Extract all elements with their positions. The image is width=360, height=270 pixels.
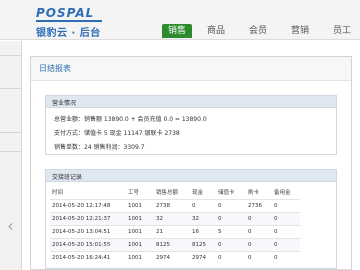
table-row[interactable]: 2014-05-20 15:01:55 1001 8125 8125 0 0 0 — [50, 237, 300, 251]
cell-card: 0 — [246, 237, 272, 251]
column-header: 现金 — [192, 190, 204, 197]
nav-tab-staff[interactable]: 员工 — [330, 24, 354, 38]
cell-card: 2736 — [246, 198, 272, 212]
cell-time: 2014-05-20 13:04:51 — [50, 224, 126, 238]
table-row[interactable]: 2014-05-20 16:24:41 1001 2974 2974 0 0 0 — [50, 250, 300, 264]
cell-time: 2014-05-20 16:24:41 — [50, 250, 126, 264]
table-row[interactable]: 2014-05-20 12:17:48 1001 2738 0 0 2736 0 — [50, 198, 300, 212]
cell-staff-id: 1001 — [126, 224, 154, 238]
summary-total-revenue: 总营业额：销售额 13890.0 + 会员充值 0.0 = 13890.0 — [54, 116, 207, 123]
top-header: POSPAL 银豹云 · 后台 销售 商品 会员 营销 员工 — [0, 0, 360, 40]
nav-tab-products[interactable]: 商品 — [204, 24, 228, 38]
report-title-bar: 日结报表 — [31, 57, 351, 81]
sidebar-divider — [0, 151, 22, 152]
report-container: 日结报表 营业情况 总营业额：销售额 13890.0 + 会员充值 0.0 = … — [30, 56, 352, 270]
cell-staff-id: 1001 — [126, 250, 154, 264]
cell-card: 0 — [246, 250, 272, 264]
column-header: 销售总额 — [156, 190, 179, 197]
shift-records-panel: 交接班记录 时间 工号 销售总额 现金 储值卡 刷卡 备用金 2014-05-2… — [45, 169, 337, 269]
cell-time: 2014-05-20 15:01:55 — [50, 237, 126, 251]
cell-time: 2014-05-20 12:21:37 — [50, 211, 126, 225]
nav-tab-marketing[interactable]: 营销 — [288, 24, 312, 38]
cell-cash: 8125 — [190, 237, 216, 251]
column-header: 备用金 — [274, 190, 291, 197]
column-header: 刷卡 — [248, 190, 260, 197]
cell-stored-value: 0 — [216, 198, 246, 212]
cell-card: 0 — [246, 224, 272, 238]
column-header: 储值卡 — [218, 190, 235, 197]
sidebar-divider — [0, 88, 22, 89]
page-title: 日结报表 — [39, 64, 71, 73]
cell-reserve: 0 — [272, 211, 300, 225]
table-header-row: 时间 工号 销售总额 现金 储值卡 刷卡 备用金 — [50, 186, 300, 199]
cell-sales-total: 2738 — [154, 198, 190, 212]
cell-sales-total: 32 — [154, 211, 190, 225]
logo-text: POSPAL — [36, 6, 95, 20]
sidebar-divider — [0, 55, 22, 56]
cell-staff-id: 1001 — [126, 211, 154, 225]
panel-header: 营业情况 — [46, 96, 336, 108]
pospal-logo[interactable]: POSPAL — [36, 6, 106, 22]
cell-sales-total: 8125 — [154, 237, 190, 251]
chevron-left-icon[interactable] — [8, 223, 13, 232]
left-sidebar — [0, 41, 22, 270]
panel-heading: 营业情况 — [52, 100, 77, 107]
cell-stored-value: 5 — [216, 224, 246, 238]
column-header: 时间 — [52, 190, 64, 197]
cell-cash: 32 — [190, 211, 216, 225]
cell-sales-total: 2974 — [154, 250, 190, 264]
nav-tab-members[interactable]: 会员 — [246, 24, 270, 38]
table-row[interactable]: 2014-05-20 12:21:37 1001 32 32 0 0 0 — [50, 211, 300, 225]
cell-staff-id: 1001 — [126, 237, 154, 251]
column-header: 工号 — [128, 190, 140, 197]
panel-heading: 交接班记录 — [52, 174, 83, 181]
cell-time: 2014-05-20 12:17:48 — [50, 198, 126, 212]
cell-cash: 2974 — [190, 250, 216, 264]
nav-tab-sales[interactable]: 销售 — [162, 24, 192, 38]
table-row[interactable]: 2014-05-20 13:04:51 1001 21 16 5 0 0 — [50, 224, 300, 238]
cell-card: 0 — [246, 211, 272, 225]
logo-underline — [36, 20, 102, 22]
panel-header: 交接班记录 — [46, 170, 336, 182]
cell-stored-value: 0 — [216, 237, 246, 251]
cell-stored-value: 0 — [216, 211, 246, 225]
business-summary-panel: 营业情况 总营业额：销售额 13890.0 + 会员充值 0.0 = 13890… — [45, 95, 337, 155]
brand-name: 银豹云 · 后台 — [36, 28, 101, 39]
cell-reserve: 0 — [272, 237, 300, 251]
cell-cash: 0 — [190, 198, 216, 212]
cell-reserve: 0 — [272, 224, 300, 238]
cell-sales-total: 21 — [154, 224, 190, 238]
summary-payment-methods: 支付方式：储值卡 5 现金 11147 银联卡 2738 — [54, 130, 180, 137]
shift-records-table: 时间 工号 销售总额 现金 储值卡 刷卡 备用金 2014-05-20 12:1… — [50, 186, 300, 264]
cell-reserve: 0 — [272, 250, 300, 264]
cell-stored-value: 0 — [216, 250, 246, 264]
cell-staff-id: 1001 — [126, 198, 154, 212]
cell-reserve: 0 — [272, 198, 300, 212]
cell-cash: 16 — [190, 224, 216, 238]
sidebar-divider — [0, 132, 22, 133]
summary-orders-profit: 销售单数：24 销售利润：3309.7 — [54, 144, 145, 151]
